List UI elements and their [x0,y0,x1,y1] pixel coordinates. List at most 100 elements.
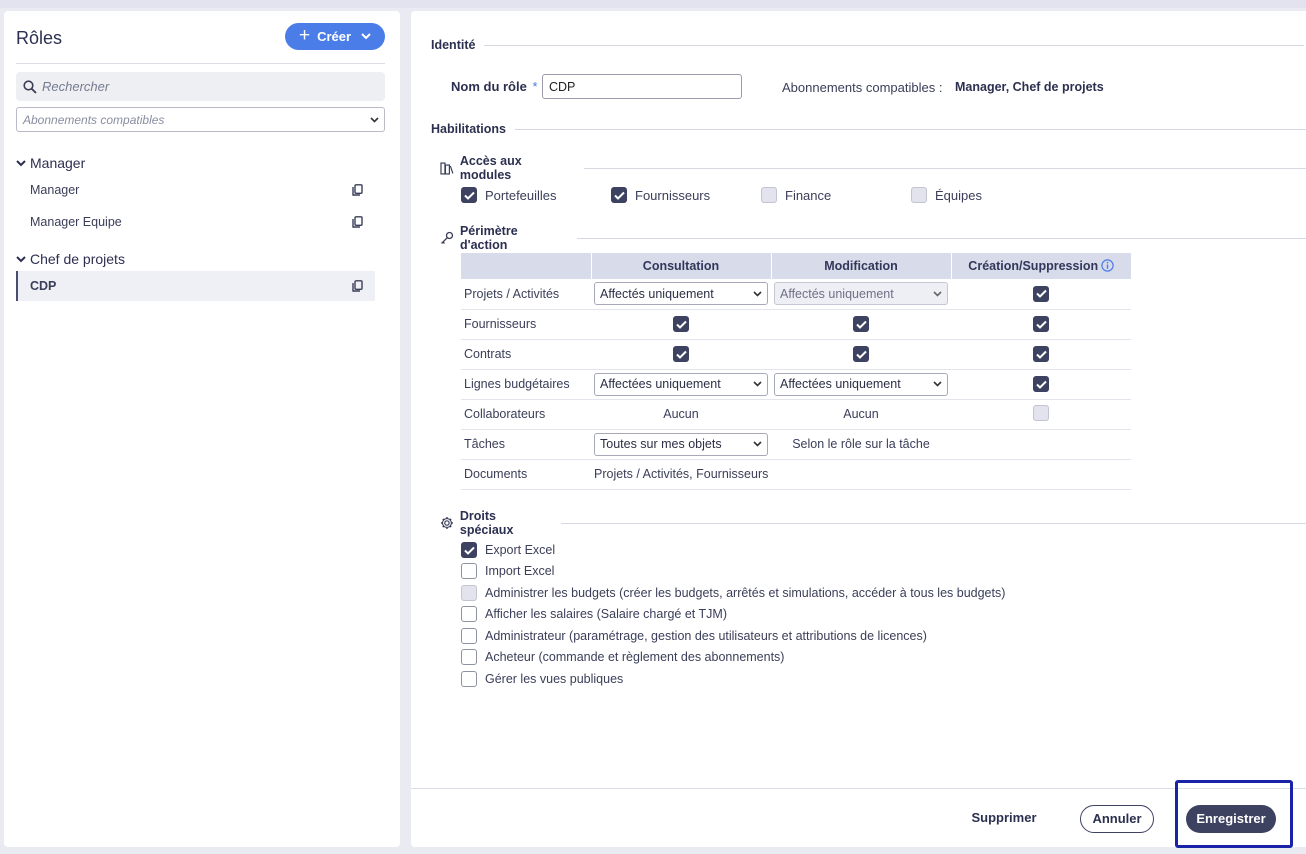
module-equipes[interactable]: Équipes [911,187,982,203]
group-manager[interactable]: Manager [16,155,85,171]
role-item-cdp[interactable]: CDP [16,271,375,301]
special-right-checkbox[interactable] [461,585,477,601]
info-icon[interactable] [1101,259,1114,272]
module-checkbox[interactable] [461,187,477,203]
special-right-label: Afficher les salaires (Salaire chargé et… [485,607,727,621]
check-icon [463,191,475,200]
cell-creation [951,279,1131,310]
cell-modification: Affectées uniquement [771,369,951,400]
table-row: Contrats [461,339,1131,370]
top-bar [0,0,1306,8]
module-label: Fournisseurs [635,187,711,203]
special-right-export-excel[interactable]: Export Excel [461,542,555,558]
roles-sidebar: Rôles + Créer Abonnements compatibles Ma… [4,11,400,847]
special-right-admin-budgets[interactable]: Administrer les budgets (créer les budge… [461,585,1005,601]
row-label: Collaborateurs [461,399,591,430]
special-right-buyer[interactable]: Acheteur (commande et règlement des abon… [461,649,784,665]
cell-creation [951,399,1131,430]
chevron-down-icon [933,291,942,297]
cell-consultation [591,309,771,340]
copy-icon[interactable] [352,216,363,228]
special-right-checkbox[interactable] [461,606,477,622]
special-right-checkbox[interactable] [461,563,477,579]
consultation-checkbox[interactable] [673,346,689,362]
consultation-select[interactable]: Affectés uniquement [594,282,768,306]
search-icon [23,79,37,94]
module-label: Portefeuilles [485,187,557,203]
column-header-label: Création/Suppression [968,259,1099,273]
module-checkbox[interactable] [911,187,927,203]
cell-creation [951,369,1131,400]
special-right-checkbox[interactable] [461,671,477,687]
special-right-show-salaries[interactable]: Afficher les salaires (Salaire chargé et… [461,606,727,622]
habilitations-heading: Habilitations [431,122,1306,136]
check-icon [675,350,687,359]
group-chef-de-projets[interactable]: Chef de projets [16,251,125,267]
check-icon [1035,320,1047,329]
special-right-label: Administrer les budgets (créer les budge… [485,586,1006,600]
row-label: Lignes budgétaires [461,369,591,400]
identity-heading-label: Identité [431,38,476,52]
delete-button[interactable]: Supprimer [964,807,1044,829]
special-right-checkbox[interactable] [461,649,477,665]
module-fournisseurs[interactable]: Fournisseurs [611,187,710,203]
special-right-label: Acheteur (commande et règlement des abon… [485,650,785,664]
cell-consultation [591,339,771,370]
role-item-label: Manager Equipe [30,215,122,229]
modification-checkbox[interactable] [853,346,869,362]
chevron-down-icon [16,159,26,166]
check-icon [613,191,625,200]
cell-modification: Selon le rôle sur la tâche [771,429,951,460]
creation-checkbox[interactable] [1033,346,1049,362]
special-right-checkbox[interactable] [461,628,477,644]
table-row: Tâches Toutes sur mes objets Selon le rô… [461,429,1131,460]
search-input[interactable] [42,79,362,94]
role-detail-panel: Identité Nom du rôle * Abonnements compa… [411,11,1306,847]
copy-icon[interactable] [352,280,363,292]
cell-consultation: Toutes sur mes objets [591,429,771,460]
consultation-select[interactable]: Affectées uniquement [594,372,768,396]
creation-checkbox[interactable] [1033,316,1049,332]
special-rights-heading: Droits spéciaux [440,509,1306,537]
modification-checkbox[interactable] [853,316,869,332]
sidebar-divider [16,63,385,64]
copy-icon[interactable] [352,184,363,196]
module-checkbox[interactable] [611,187,627,203]
module-finance[interactable]: Finance [761,187,831,203]
column-header-creation: Création/Suppression [951,253,1131,279]
role-item-manager[interactable]: Manager [16,175,375,205]
create-button[interactable]: + Créer [285,23,385,50]
special-right-checkbox[interactable] [461,542,477,558]
cell-creation [951,459,1131,490]
module-portefeuilles[interactable]: Portefeuilles [461,187,557,203]
chevron-down-icon [370,116,379,123]
creation-checkbox[interactable] [1033,285,1049,302]
cancel-button[interactable]: Annuler [1080,805,1154,833]
consultation-checkbox[interactable] [673,316,689,332]
row-label: Contrats [461,339,591,370]
module-checkbox[interactable] [761,187,777,203]
special-right-administrator[interactable]: Administrateur (paramétrage, gestion des… [461,628,927,644]
cell-consultation: Projets / Activités, Fournisseurs [591,459,951,490]
modules-heading-label: Accès aux modules [459,154,522,182]
role-item-manager-equipe[interactable]: Manager Equipe [16,207,375,237]
special-right-import-excel[interactable]: Import Excel [461,563,554,579]
modification-select[interactable]: Affectées uniquement [774,372,948,396]
save-button[interactable]: Enregistrer [1186,805,1276,833]
create-button-label: Créer [317,29,352,44]
subscriptions-label: Abonnements compatibles : [782,80,943,95]
role-name-input[interactable] [542,74,742,99]
row-label: Fournisseurs [461,309,591,340]
creation-checkbox[interactable] [1033,376,1049,392]
special-right-label: Gérer les vues publiques [485,672,624,686]
subscription-filter-select[interactable]: Abonnements compatibles [16,107,385,132]
column-header: Consultation [591,253,772,279]
special-right-public-views[interactable]: Gérer les vues publiques [461,671,623,687]
modification-select[interactable]: Affectés uniquement [774,282,948,306]
search-box[interactable] [16,72,385,101]
creation-checkbox[interactable] [1033,404,1049,421]
select-value: Affectés uniquement [600,286,714,301]
identity-heading: Identité [431,38,1305,52]
row-label: Documents [461,459,591,490]
consultation-select[interactable]: Toutes sur mes objets [594,432,768,456]
